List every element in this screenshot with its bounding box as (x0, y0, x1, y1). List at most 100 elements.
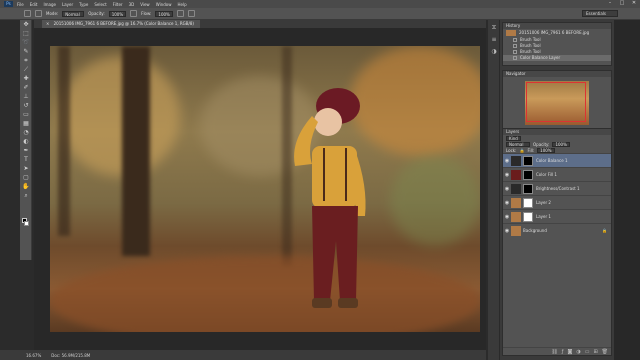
crop-tool-icon[interactable]: ⌗ (22, 57, 30, 65)
panel-gutter (614, 20, 640, 360)
fill-field[interactable]: 100% (537, 147, 555, 153)
history-item-active[interactable]: Color Balance Layer (503, 55, 611, 61)
menu-window[interactable]: Window (156, 2, 172, 7)
layer-mask-thumbnail[interactable] (523, 169, 533, 180)
layer-mask-thumbnail[interactable] (523, 197, 533, 208)
photo-canvas[interactable] (50, 46, 480, 332)
layer-opacity-field[interactable]: 100% (552, 141, 570, 147)
layer-row[interactable]: ◉ Brightness/Contrast 1 (503, 181, 611, 195)
maximize-icon[interactable]: □ (618, 1, 626, 6)
adjustment-layer-icon (511, 155, 521, 166)
layer-row[interactable]: ◉ Background 🔒 (503, 223, 611, 237)
menu-type[interactable]: Type (79, 2, 88, 7)
link-layers-icon[interactable]: ⛓ (551, 349, 557, 355)
layer-kind-filter[interactable]: Kind (506, 135, 521, 141)
zoom-tool-icon[interactable]: ⌕ (22, 192, 30, 200)
lock-icon[interactable]: 🔒 (519, 148, 524, 153)
history-brush-tool-icon[interactable]: ↺ (22, 102, 30, 110)
pressure-size-icon[interactable] (187, 10, 195, 17)
navigator-thumbnail[interactable] (525, 81, 589, 125)
background-color-swatch[interactable] (24, 221, 29, 226)
blend-mode-select[interactable]: Normal (506, 141, 530, 147)
layer-row[interactable]: ◉ Color Balance 1 (503, 153, 611, 167)
history-panel-icon[interactable]: ⧖ (490, 24, 498, 32)
quick-select-tool-icon[interactable]: ✎ (22, 48, 30, 56)
blur-tool-icon[interactable]: ◔ (22, 129, 30, 137)
menu-edit[interactable]: Edit (30, 2, 38, 7)
add-mask-icon[interactable]: ◙ (567, 349, 572, 355)
history-item-label: Color Balance Layer (520, 55, 561, 60)
shape-tool-icon[interactable]: ▢ (22, 174, 30, 182)
path-select-tool-icon[interactable]: ➤ (22, 165, 30, 173)
pen-tool-icon[interactable]: ✒ (22, 147, 30, 155)
hand-tool-icon[interactable]: ✋ (22, 183, 30, 191)
opacity-field[interactable]: 100% (108, 10, 127, 17)
document-tab[interactable]: × 20151006 IMG_7961 6 BEFORE.jpg @ 16.7%… (42, 20, 200, 28)
lasso-tool-icon[interactable]: ➰ (22, 39, 30, 47)
layer-name: Background (523, 228, 547, 233)
menu-help[interactable]: Help (177, 2, 186, 7)
brush-tool-icon[interactable]: ✐ (22, 84, 30, 92)
options-bar: Mode: Normal Opacity: 100% Flow: 100% (0, 8, 640, 20)
fill-layer-thumbnail (511, 169, 521, 180)
new-layer-icon[interactable]: ⊞ (593, 349, 597, 355)
adjustments-panel-icon[interactable]: ◑ (490, 48, 498, 56)
clone-stamp-tool-icon[interactable]: ⊥ (22, 93, 30, 101)
type-tool-icon[interactable]: T (22, 156, 30, 164)
menu-view[interactable]: View (140, 2, 150, 7)
layer-style-icon[interactable]: ƒ (562, 349, 564, 355)
visibility-eye-icon[interactable]: ◉ (503, 172, 511, 178)
close-tab-icon[interactable]: × (46, 21, 49, 26)
mode-select[interactable]: Normal (62, 10, 85, 17)
new-adjustment-icon[interactable]: ◑ (576, 349, 580, 355)
flow-field[interactable]: 100% (155, 10, 173, 17)
minimize-icon[interactable]: – (606, 1, 614, 6)
brush-step-icon (513, 38, 517, 42)
doc-size: Doc: 56.9M/215.8M (51, 352, 91, 358)
menu-filter[interactable]: Filter (113, 2, 123, 7)
visibility-eye-icon[interactable]: ◉ (503, 200, 511, 206)
dodge-tool-icon[interactable]: ◐ (22, 138, 30, 146)
layer-row[interactable]: ◉ Layer 1 (503, 209, 611, 223)
menu-select[interactable]: Select (94, 2, 106, 7)
mode-label: Mode: (46, 11, 59, 16)
move-tool-icon[interactable]: ✥ (22, 21, 30, 29)
layer-mask-thumbnail[interactable] (523, 183, 533, 194)
visibility-eye-icon[interactable]: ◉ (503, 228, 511, 234)
close-icon[interactable]: ✕ (630, 1, 638, 6)
history-panel: History 20151006 IMG_7961 6 BEFORE.jpg B… (502, 22, 612, 66)
layer-thumbnail (511, 211, 521, 222)
layer-row[interactable]: ◉ Color Fill 1 (503, 167, 611, 181)
navigator-view-box[interactable] (526, 82, 586, 122)
eyedropper-tool-icon[interactable]: ⟋ (22, 66, 30, 74)
airbrush-icon[interactable] (176, 10, 184, 17)
visibility-eye-icon[interactable]: ◉ (503, 186, 511, 192)
zoom-level[interactable]: 16.67% (26, 353, 41, 358)
brush-panel-icon[interactable] (35, 10, 42, 17)
visibility-eye-icon[interactable]: ◉ (503, 158, 511, 164)
gradient-tool-icon[interactable]: ▦ (22, 120, 30, 128)
menu-3d[interactable]: 3D (129, 2, 135, 7)
properties-panel-icon[interactable]: ≡ (490, 36, 498, 44)
document-tab-title: 20151006 IMG_7961 6 BEFORE.jpg @ 16.7% (… (53, 21, 194, 26)
pressure-opacity-icon[interactable] (130, 10, 138, 17)
photoshop-logo: Ps (4, 1, 13, 7)
layer-lock-icon: 🔒 (602, 228, 607, 233)
menu-file[interactable]: File (17, 2, 24, 7)
eraser-tool-icon[interactable]: ▭ (22, 111, 30, 119)
brush-preset-icon[interactable] (24, 10, 31, 17)
marquee-tool-icon[interactable]: ⬚ (22, 30, 30, 38)
new-group-icon[interactable]: ▭ (585, 349, 590, 355)
layer-row[interactable]: ◉ Layer 2 (503, 195, 611, 209)
workspace-select[interactable]: Essentials (582, 10, 618, 17)
healing-tool-icon[interactable]: ✚ (22, 75, 30, 83)
layer-mask-thumbnail[interactable] (523, 155, 533, 166)
layer-name: Layer 1 (536, 214, 551, 219)
menu-image[interactable]: Image (43, 2, 56, 7)
trash-icon[interactable]: 🗑 (602, 349, 608, 355)
menu-layer[interactable]: Layer (62, 2, 73, 7)
canvas-area[interactable] (34, 28, 486, 350)
history-snapshot[interactable]: 20151006 IMG_7961 6 BEFORE.jpg (503, 29, 611, 37)
layer-mask-thumbnail[interactable] (523, 211, 533, 222)
visibility-eye-icon[interactable]: ◉ (503, 214, 511, 220)
